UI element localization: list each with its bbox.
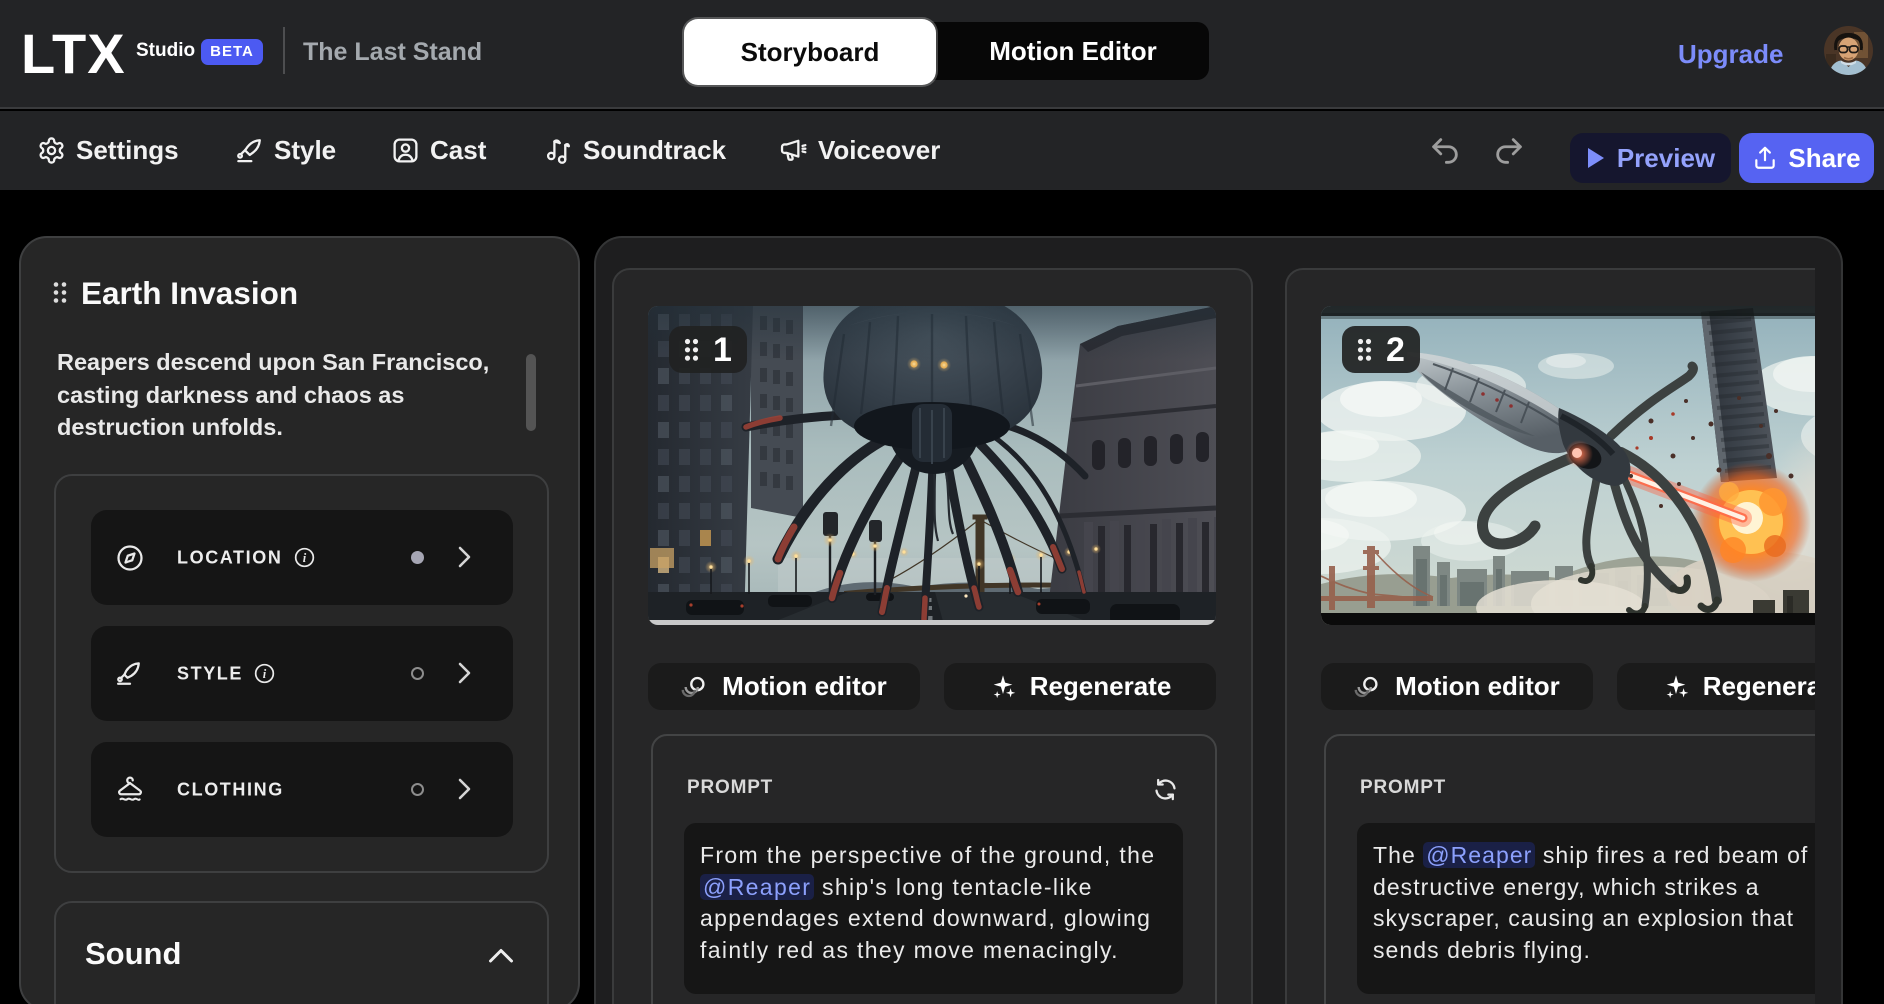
svg-text:i: i [263, 667, 267, 681]
svg-text:i: i [303, 551, 307, 565]
